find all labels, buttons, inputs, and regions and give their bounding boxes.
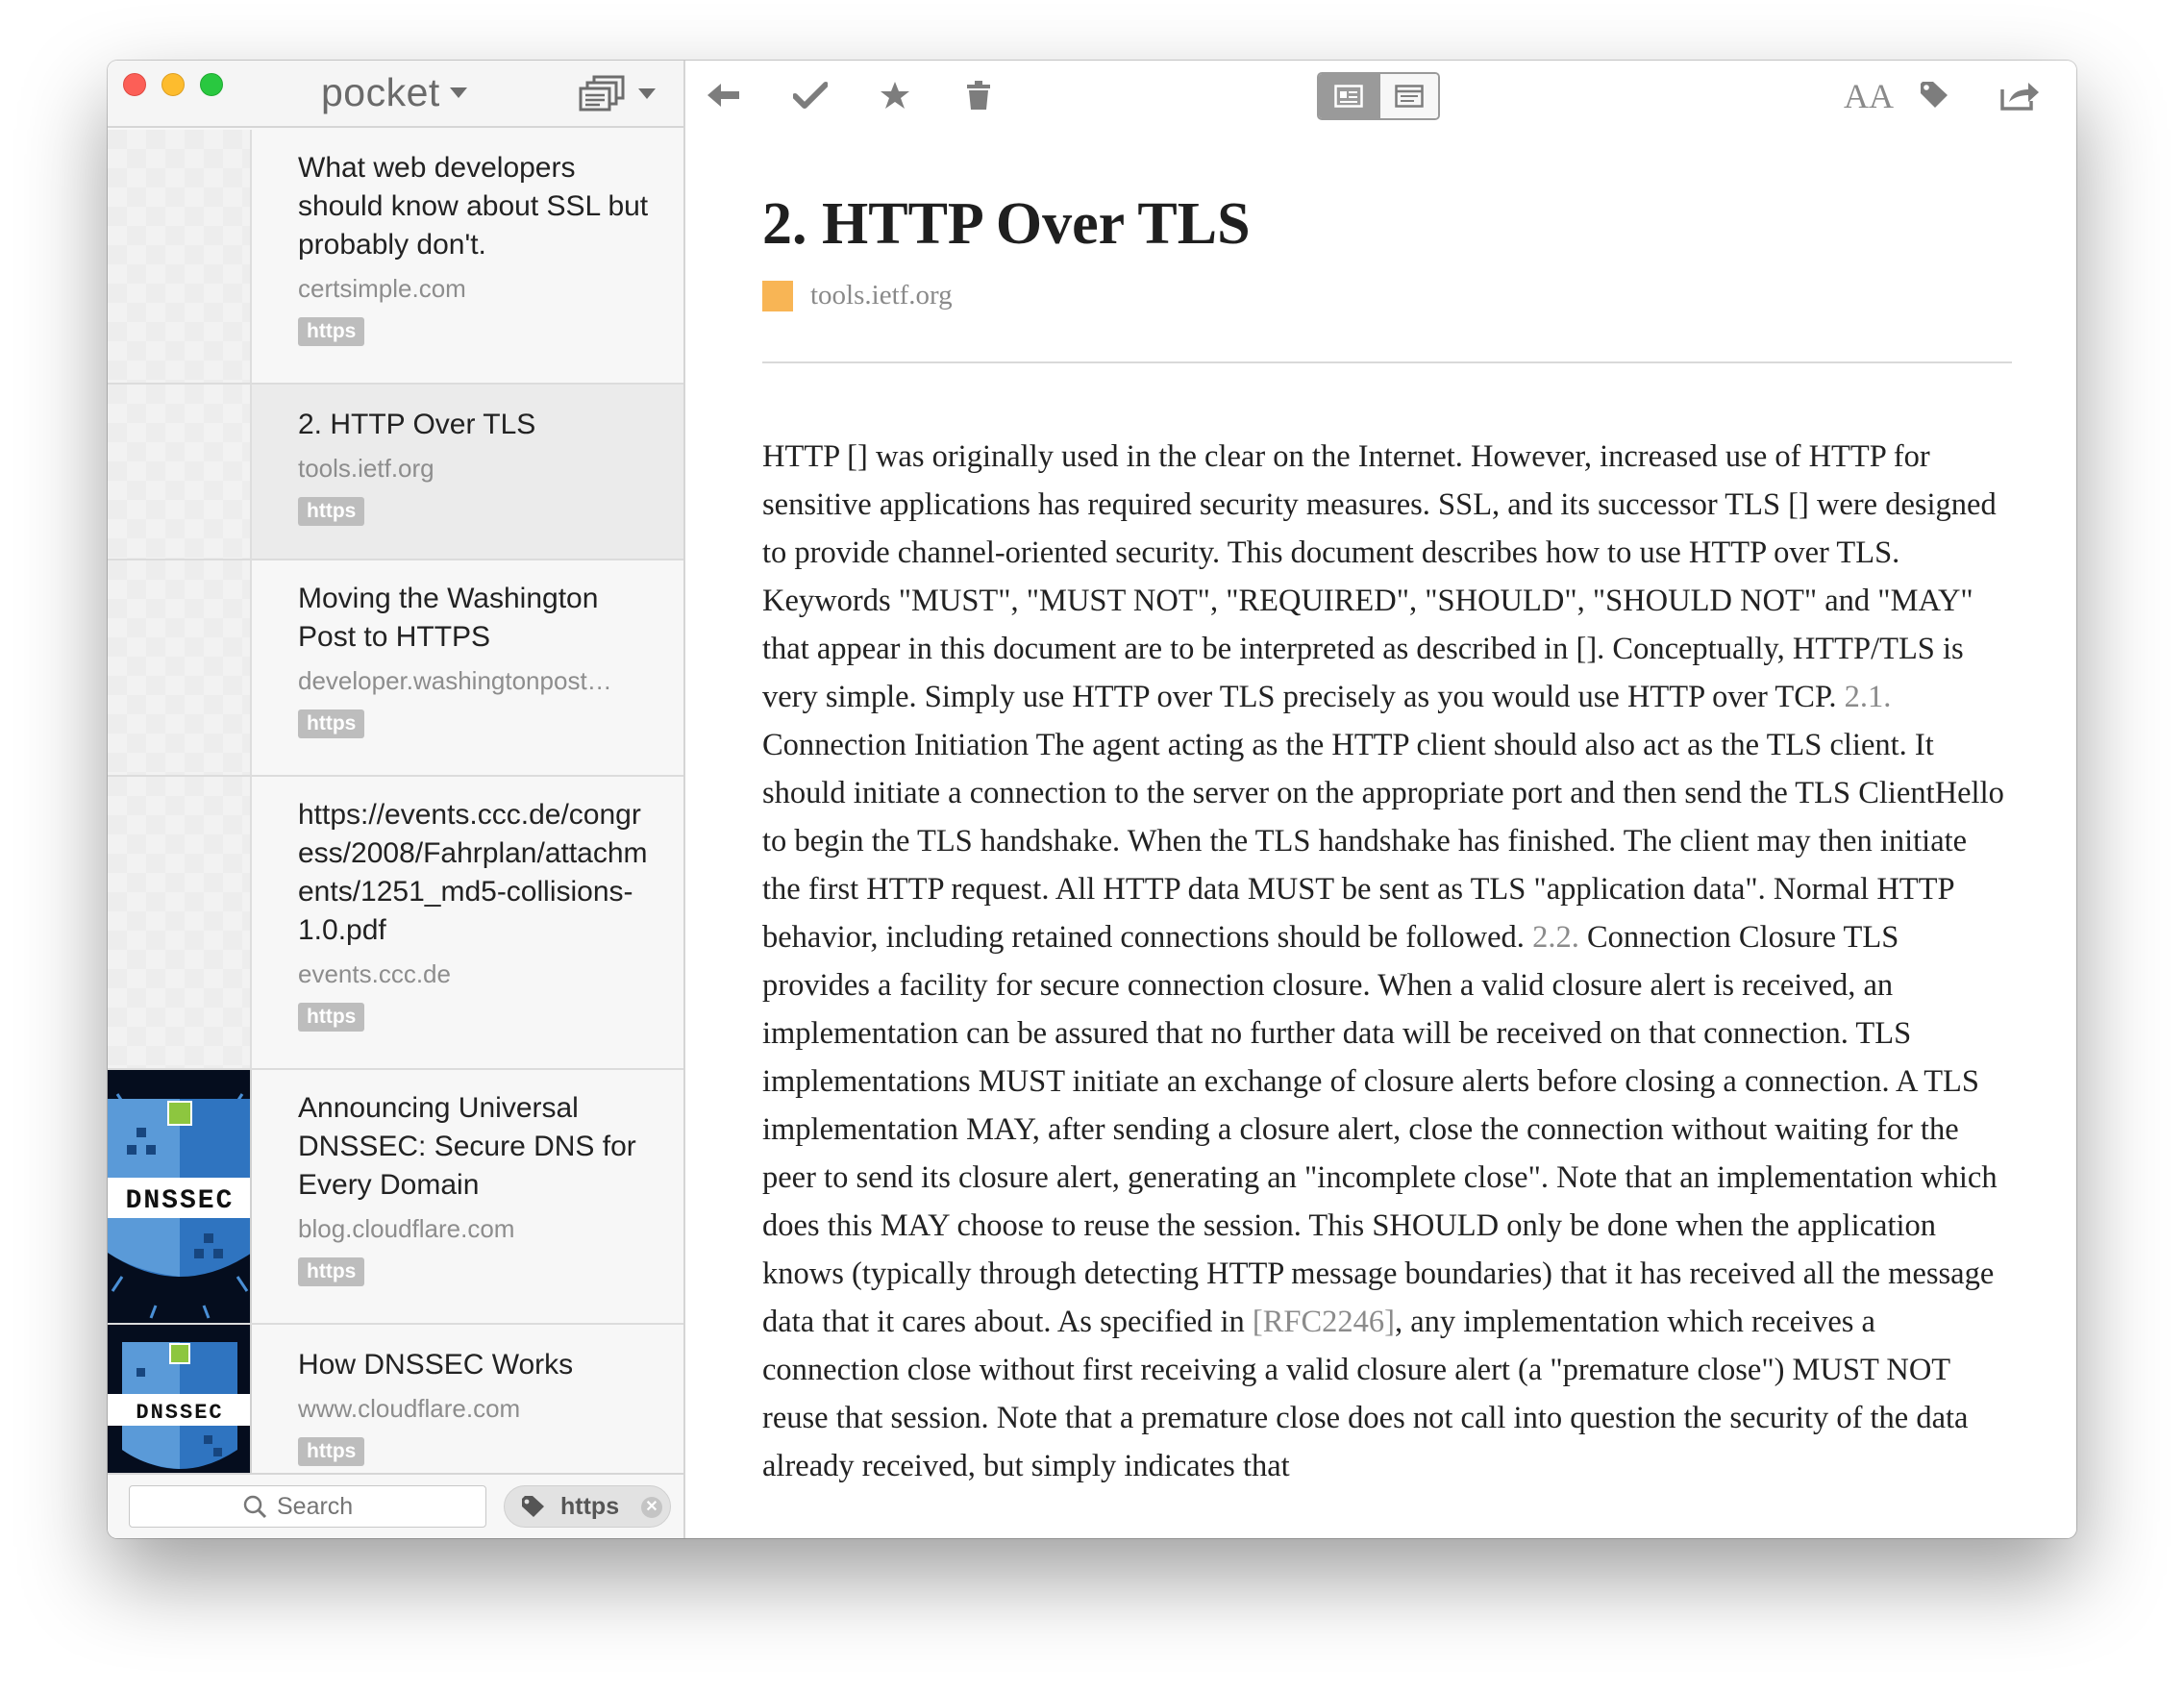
font-settings-button[interactable]: AA xyxy=(1844,76,1894,116)
checkmark-icon xyxy=(793,82,828,109)
web-view-button[interactable] xyxy=(1378,74,1438,118)
sidebar: pocket What web developers should know a… xyxy=(108,61,685,1538)
svg-text:DNSSEC: DNSSEC xyxy=(126,1186,235,1216)
list-item[interactable]: DNSSEC How DNSSEC Works www.cloudflare.c… xyxy=(108,1325,683,1473)
search-icon xyxy=(243,1495,267,1519)
reader-pane: AA 2. HTTP Over TLS tools.ietf.org HTTP … xyxy=(685,61,2076,1538)
item-source: tools.ietf.org xyxy=(298,454,434,483)
clear-tag-filter-button[interactable]: ✕ xyxy=(641,1497,662,1518)
archive-button[interactable] xyxy=(789,74,831,116)
article-view-icon xyxy=(1334,85,1363,108)
item-title: How DNSSEC Works xyxy=(298,1349,574,1381)
item-source: certsimple.com xyxy=(298,274,466,303)
search-box[interactable] xyxy=(129,1485,486,1528)
dnssec-thumbnail: DNSSEC xyxy=(108,1325,252,1473)
list-item[interactable]: https://events.ccc.de/congress/2008/Fahr… xyxy=(108,777,683,1070)
pocket-window: pocket What web developers should know a… xyxy=(108,61,2076,1538)
item-source: blog.cloudflare.com xyxy=(298,1214,515,1243)
web-view-icon xyxy=(1395,85,1424,108)
article-source-link[interactable]: tools.ietf.org xyxy=(810,280,953,311)
font-settings-icon: AA xyxy=(1844,77,1894,115)
sidebar-header: pocket xyxy=(108,61,683,128)
list-item[interactable]: DNSSEC Announcing Universal DNSSEC: Secu… xyxy=(108,1070,683,1325)
article-body: HTTP [] was originally used in the clear… xyxy=(762,433,2012,1490)
article-source-row: tools.ietf.org xyxy=(762,280,2012,311)
body-text: HTTP [] was originally used in the clear… xyxy=(762,439,1997,714)
active-tag-filter[interactable]: https ✕ xyxy=(504,1485,671,1528)
item-title: What web developers should know about SS… xyxy=(298,152,649,261)
sidebar-footer: https ✕ xyxy=(108,1473,683,1538)
dnssec-shield-icon: DNSSEC xyxy=(108,1342,250,1469)
list-view-icon xyxy=(579,75,625,112)
list-item-selected[interactable]: 2. HTTP Over TLS tools.ietf.org https xyxy=(108,385,683,560)
list-view-dropdown[interactable] xyxy=(579,74,656,112)
article-view-button[interactable] xyxy=(1319,74,1378,118)
tag-badge[interactable]: https xyxy=(298,317,365,346)
body-text: Connection Closure TLS provides a facili… xyxy=(762,920,1998,1339)
item-source: developer.washingtonpost… xyxy=(298,666,612,695)
section-ref: 2.1. xyxy=(1844,680,1892,714)
thumbnail-placeholder xyxy=(108,385,252,559)
item-title: https://events.ccc.de/congress/2008/Fahr… xyxy=(298,799,648,946)
site-favicon xyxy=(762,280,793,311)
tag-icon xyxy=(522,1496,544,1517)
thumbnail-placeholder xyxy=(108,777,252,1068)
article-title: 2. HTTP Over TLS xyxy=(762,191,1251,257)
tag-button[interactable] xyxy=(1913,74,1955,116)
thumbnail-placeholder xyxy=(108,560,252,775)
view-mode-toggle xyxy=(1317,72,1440,120)
window-close-button[interactable] xyxy=(123,73,146,96)
dnssec-shield-icon: DNSSEC xyxy=(108,1093,250,1319)
list-item[interactable]: Moving the Washington Post to HTTPS deve… xyxy=(108,560,683,777)
chevron-down-icon xyxy=(449,87,467,98)
item-title: Moving the Washington Post to HTTPS xyxy=(298,583,599,653)
favorite-button[interactable] xyxy=(874,74,916,116)
delete-button[interactable] xyxy=(957,74,1000,116)
trash-icon xyxy=(967,81,990,110)
divider xyxy=(762,361,2012,363)
app-brand: pocket xyxy=(321,69,440,114)
tag-badge[interactable]: https xyxy=(298,709,365,738)
search-input[interactable] xyxy=(277,1492,373,1521)
tag-badge[interactable]: https xyxy=(298,497,365,526)
thumbnail-placeholder xyxy=(108,130,252,383)
back-button[interactable] xyxy=(703,74,745,116)
dnssec-thumbnail: DNSSEC xyxy=(108,1070,252,1323)
active-tag-label: https xyxy=(560,1492,620,1520)
share-icon xyxy=(2000,83,2039,111)
article-list: What web developers should know about SS… xyxy=(108,130,683,1473)
chevron-down-icon xyxy=(638,87,656,99)
tag-icon xyxy=(1921,82,1948,108)
svg-text:DNSSEC: DNSSEC xyxy=(136,1401,223,1425)
star-icon xyxy=(881,82,909,109)
tag-badge[interactable]: https xyxy=(298,1257,365,1286)
section-ref: 2.2. xyxy=(1532,920,1579,955)
item-title: Announcing Universal DNSSEC: Secure DNS … xyxy=(298,1092,636,1201)
item-source: events.ccc.de xyxy=(298,959,451,988)
back-arrow-icon xyxy=(707,84,739,107)
window-zoom-button[interactable] xyxy=(200,73,223,96)
rfc-link[interactable]: [RFC2246] xyxy=(1253,1305,1395,1339)
item-source: www.cloudflare.com xyxy=(298,1394,521,1423)
window-minimize-button[interactable] xyxy=(161,73,185,96)
list-item[interactable]: What web developers should know about SS… xyxy=(108,130,683,385)
tag-badge[interactable]: https xyxy=(298,1437,365,1466)
item-title: 2. HTTP Over TLS xyxy=(298,409,536,440)
tag-badge[interactable]: https xyxy=(298,1003,365,1032)
list-filter-dropdown[interactable]: pocket xyxy=(321,68,467,116)
share-button[interactable] xyxy=(1998,74,2041,116)
article-content: 2. HTTP Over TLS tools.ietf.org HTTP [] … xyxy=(762,186,2012,1538)
reader-toolbar: AA xyxy=(685,61,2076,130)
